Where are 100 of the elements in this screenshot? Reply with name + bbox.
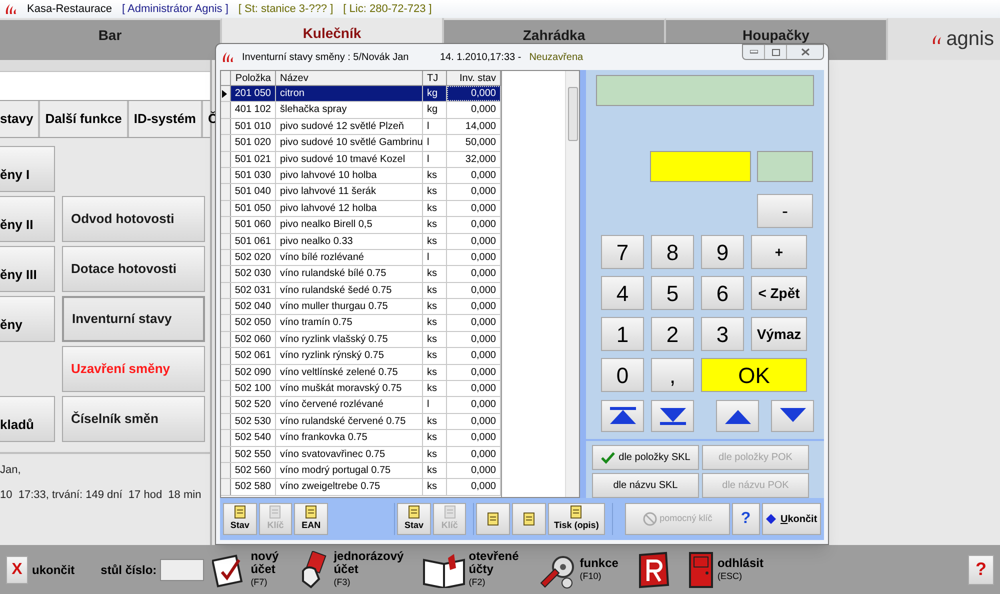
sort-button[interactable]: dle položky SKL (592, 445, 699, 470)
row-marker[interactable] (221, 102, 231, 118)
toolbar-button[interactable] (476, 503, 510, 535)
toolbar-button[interactable]: EAN (294, 503, 328, 535)
toolbar-button[interactable]: Stav (397, 503, 431, 535)
row-marker[interactable] (221, 282, 231, 298)
sort-button[interactable]: dle názvu SKL (592, 473, 699, 498)
toolbar-button[interactable]: Stav (223, 503, 257, 535)
digit-key[interactable]: 0 (601, 358, 644, 392)
column-header[interactable]: Položka (231, 71, 276, 85)
digit-key[interactable]: , (651, 358, 694, 392)
prohibited-icon (642, 512, 657, 526)
shortcut-label: (F2) (468, 576, 486, 589)
function-button[interactable]: Dotace hotovosti (62, 246, 205, 292)
table-cell: pivo nealko Birell 0,5 (276, 217, 423, 233)
help-key[interactable]: ? (968, 554, 994, 584)
digit-key[interactable]: 7 (601, 235, 644, 269)
digit-key[interactable]: 8 (651, 235, 694, 269)
function-button[interactable]: Odvod hotovosti (62, 196, 205, 242)
last-row-button[interactable] (651, 400, 694, 432)
function-button[interactable]: ěny III (0, 246, 55, 292)
first-row-icon (608, 406, 638, 426)
digit-key[interactable]: 9 (701, 235, 744, 269)
help-button[interactable]: ? (732, 503, 760, 535)
function-button[interactable]: ěny I (0, 146, 55, 192)
digit-key[interactable]: 3 (701, 317, 744, 351)
table-cell: 0,000 (447, 266, 501, 282)
exit-key[interactable]: X (6, 556, 28, 584)
first-row-button[interactable] (601, 400, 644, 432)
minimize-icon (750, 50, 758, 54)
action-key[interactable]: Výmaz (751, 317, 807, 351)
row-marker[interactable] (221, 266, 231, 282)
column-header[interactable]: Název (276, 71, 423, 85)
row-marker[interactable] (221, 152, 231, 167)
digit-key[interactable]: 1 (601, 317, 644, 351)
row-marker[interactable] (221, 234, 231, 249)
column-header[interactable]: TJ (423, 71, 447, 85)
function-button[interactable]: Číselník směn (62, 396, 205, 442)
row-marker[interactable] (221, 250, 231, 266)
table-number-field[interactable] (160, 558, 204, 580)
next-row-button[interactable] (771, 400, 814, 432)
function-button[interactable]: kladů (0, 396, 55, 442)
row-marker[interactable] (221, 332, 231, 348)
ok-key[interactable]: OK (701, 358, 807, 392)
row-marker[interactable] (221, 397, 231, 413)
action-button[interactable]: odhlásit (ESC) (688, 550, 764, 588)
table-cell: víno tramín 0.75 (276, 315, 423, 331)
table-cell: kg (423, 102, 447, 118)
row-marker[interactable] (221, 479, 231, 495)
close-dialog-button[interactable]: Ukončit (762, 503, 821, 535)
row-marker[interactable] (221, 414, 231, 430)
action-button[interactable]: jednorázový účet (F3) (296, 550, 404, 589)
action-button[interactable] (636, 550, 670, 588)
action-button[interactable]: otevřené účty (F2) (422, 550, 519, 589)
row-marker[interactable] (221, 86, 231, 102)
row-marker[interactable] (221, 217, 231, 233)
sub-tab[interactable]: ID-systém (128, 101, 203, 137)
table-cell: pivo sudové 10 tmavé Kozel (276, 152, 423, 167)
row-marker[interactable] (221, 462, 231, 478)
shortcut-label: (ESC) (717, 570, 743, 582)
table-cell: víno zweigeltrebe 0.75 (276, 479, 423, 495)
row-marker[interactable] (221, 184, 231, 200)
sub-tab[interactable]: Další funkce (40, 101, 129, 137)
digit-key[interactable]: 6 (701, 276, 744, 310)
function-button[interactable]: Inventurní stavy (62, 296, 205, 342)
action-key[interactable]: - (757, 194, 813, 228)
action-button[interactable]: nový účet (F7) (212, 550, 279, 589)
toolbar-button[interactable]: Tisk (opis) (548, 503, 606, 535)
row-marker[interactable] (221, 118, 231, 134)
function-button[interactable]: ěny (0, 296, 55, 342)
action-button[interactable]: funkce (F10) (536, 550, 618, 588)
digit-key[interactable]: 2 (651, 317, 694, 351)
dialog-logo-icon (221, 51, 234, 63)
previous-row-button[interactable] (716, 400, 759, 432)
row-marker[interactable] (221, 200, 231, 216)
digit-key[interactable]: 5 (651, 276, 694, 310)
tab[interactable]: Bar (0, 18, 222, 60)
table-cell: 0,000 (447, 299, 501, 314)
digit-key[interactable]: 4 (601, 276, 644, 310)
table-cell: pivo sudové 10 světlé Gambrinu (276, 135, 423, 151)
row-marker[interactable] (221, 381, 231, 396)
row-marker[interactable] (221, 135, 231, 151)
row-marker[interactable] (221, 168, 231, 184)
table-cell: ks (423, 381, 447, 396)
sub-tab[interactable]: stavy (0, 101, 40, 137)
table-cell: ks (423, 414, 447, 430)
row-marker[interactable] (221, 364, 231, 380)
row-marker[interactable] (221, 315, 231, 331)
row-marker[interactable] (221, 446, 231, 462)
table-cell: 0,000 (447, 446, 501, 462)
column-header[interactable]: Inv. stav (447, 71, 501, 85)
action-key[interactable]: < Zpět (751, 276, 807, 310)
row-marker[interactable] (221, 299, 231, 314)
row-marker[interactable] (221, 348, 231, 364)
input-field[interactable] (650, 151, 751, 182)
action-key[interactable]: + (751, 235, 807, 269)
row-marker[interactable] (221, 430, 231, 446)
function-button[interactable]: ěny II (0, 196, 55, 242)
scrollbar[interactable] (565, 71, 580, 497)
toolbar-button[interactable] (512, 503, 546, 535)
